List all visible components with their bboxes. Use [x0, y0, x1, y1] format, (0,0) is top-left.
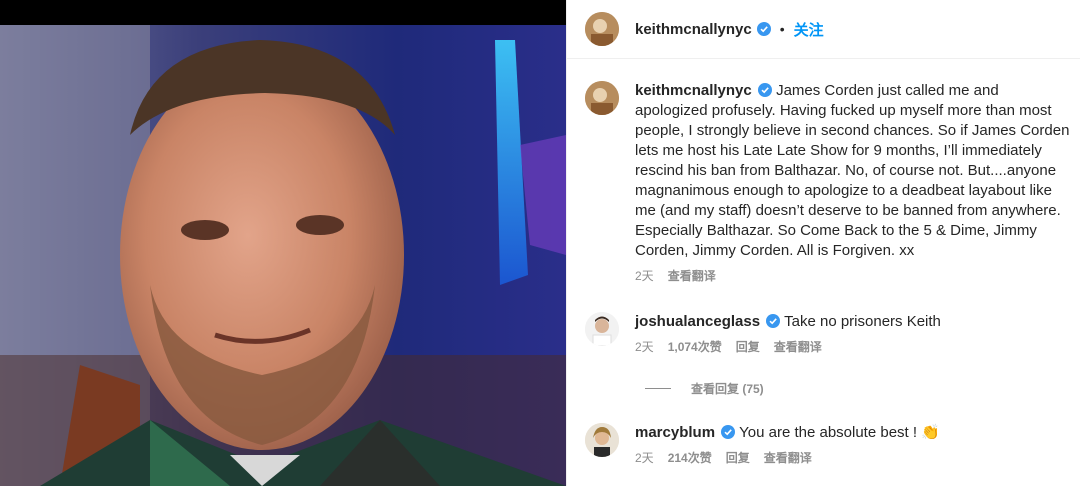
- verified-badge-icon: [757, 83, 772, 97]
- comment-username[interactable]: joshualanceglass: [635, 313, 760, 330]
- comment-translate-button[interactable]: 查看翻译: [774, 338, 822, 355]
- post-caption: keithmcnallynyc James Corden just called…: [585, 81, 1080, 284]
- caption-timestamp[interactable]: 2天: [635, 267, 654, 284]
- comment-text: Take no prisoners Keith: [784, 313, 941, 330]
- post-photo[interactable]: [0, 25, 566, 486]
- caption-avatar[interactable]: [585, 81, 619, 115]
- reply-button[interactable]: 回复: [726, 449, 750, 466]
- comment-text-block: joshualanceglass Take no prisoners Keith: [635, 312, 1075, 332]
- comment-timestamp[interactable]: 2天: [635, 449, 654, 466]
- header-username[interactable]: keithmcnallynyc: [635, 21, 752, 38]
- view-replies-button[interactable]: 查看回复 (75): [645, 380, 764, 397]
- author-avatar[interactable]: [585, 12, 619, 46]
- caption-meta: 2天 查看翻译: [635, 267, 1075, 284]
- comment-likes-count[interactable]: 1,074次赞: [668, 338, 722, 355]
- comment-avatar[interactable]: [585, 423, 619, 457]
- post-media-pane: [0, 0, 566, 486]
- comment-username[interactable]: marcyblum: [635, 424, 715, 441]
- comment-text: You are the absolute best !: [739, 424, 922, 441]
- caption-translate-button[interactable]: 查看翻译: [668, 267, 716, 284]
- comment-item: joshualanceglass Take no prisoners Keith…: [585, 312, 1080, 355]
- caption-username[interactable]: keithmcnallynyc: [635, 82, 752, 99]
- comment-item: marcyblum You are the absolute best ! 👏 …: [585, 423, 1080, 466]
- verified-badge-icon: [721, 425, 736, 439]
- caption-text: James Corden just called me and apologiz…: [635, 82, 1070, 259]
- comment-meta: 2天 1,074次赞 回复 查看翻译: [635, 338, 1075, 355]
- follow-button[interactable]: 关注: [794, 19, 824, 40]
- comments-list: keithmcnallynyc James Corden just called…: [567, 59, 1080, 486]
- reply-button[interactable]: 回复: [736, 338, 760, 355]
- caption-text-block: keithmcnallynyc James Corden just called…: [635, 81, 1075, 261]
- header-user: keithmcnallynyc • 关注: [635, 19, 824, 40]
- post-header: keithmcnallynyc • 关注: [567, 0, 1080, 59]
- verified-badge-icon: [766, 314, 781, 328]
- comment-likes-count[interactable]: 214次赞: [668, 449, 712, 466]
- post-detail-panel: keithmcnallynyc • 关注 keithmcnallynyc Jam…: [566, 0, 1080, 486]
- view-replies-label[interactable]: 查看回复 (75): [691, 380, 764, 397]
- replies-divider-line: [645, 388, 671, 389]
- comment-meta: 2天 214次赞 回复 查看翻译: [635, 449, 1075, 466]
- comment-text-block: marcyblum You are the absolute best ! 👏: [635, 423, 1075, 443]
- verified-badge-icon: [756, 22, 771, 36]
- comment-translate-button[interactable]: 查看翻译: [764, 449, 812, 466]
- clap-emoji-icon: 👏: [921, 424, 940, 441]
- header-separator: •: [779, 21, 785, 37]
- comment-timestamp[interactable]: 2天: [635, 338, 654, 355]
- comment-avatar[interactable]: [585, 312, 619, 346]
